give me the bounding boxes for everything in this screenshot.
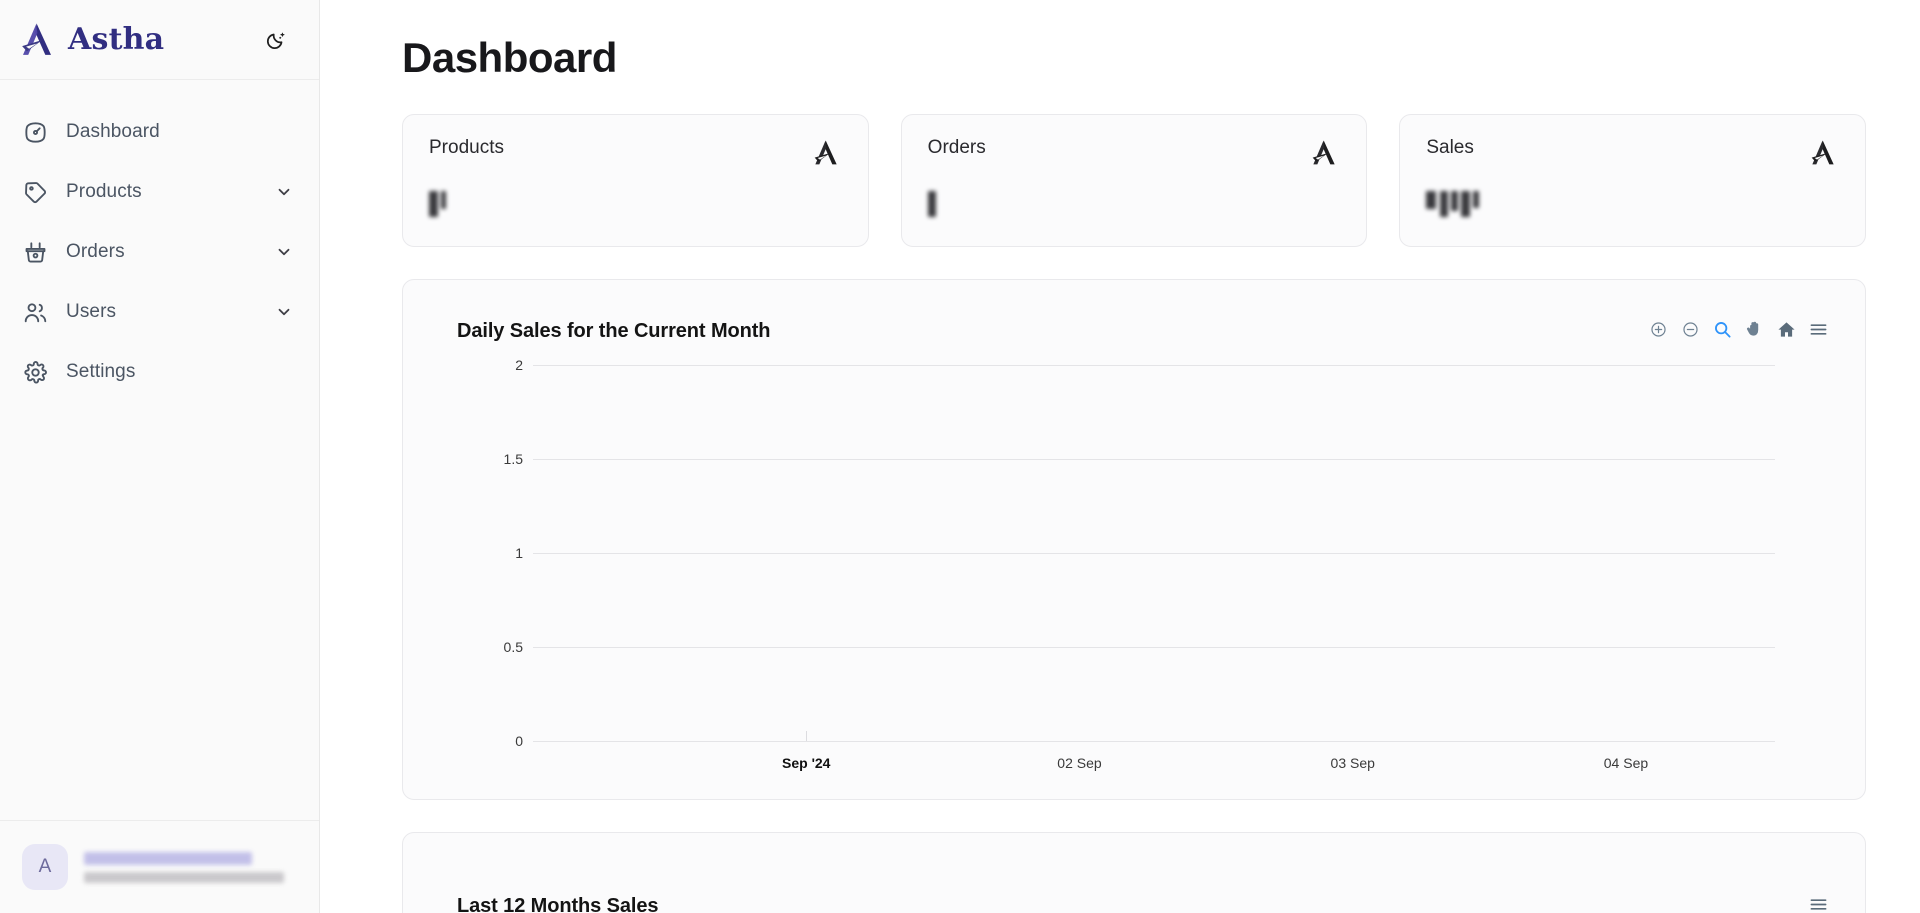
menu-icon[interactable]	[1807, 318, 1829, 340]
sidebar-item-label: Orders	[66, 241, 125, 262]
brand-header: Astha	[0, 0, 319, 80]
last-12-months-panel: Last 12 Months Sales	[402, 832, 1866, 913]
daily-sales-chart[interactable]: 2 1.5 1 0.5 0 Sep '24 02 Sep 03 Sep 04 S…	[433, 351, 1835, 781]
chevron-down-icon[interactable]	[275, 243, 293, 261]
gridline	[533, 459, 1775, 460]
gridline	[533, 553, 1775, 554]
sidebar-item-label: Products	[66, 181, 142, 202]
card-value-redacted	[1426, 191, 1839, 217]
user-profile[interactable]: A	[0, 820, 319, 913]
stat-card-sales[interactable]: Sales	[1399, 114, 1867, 247]
chevron-down-icon[interactable]	[275, 183, 293, 201]
x-tick-label: Sep '24	[782, 755, 831, 771]
user-email-redacted	[84, 871, 284, 883]
app-root: Astha Dashboard Products Orders Users Se…	[0, 0, 1920, 913]
x-tick-label: 02 Sep	[1057, 755, 1102, 771]
panel-head: Daily Sales for the Current Month	[433, 306, 1835, 343]
y-tick-label: 1.5	[503, 451, 523, 467]
x-tick-label: 03 Sep	[1330, 755, 1375, 771]
card-value	[1426, 191, 1839, 217]
sidebar-item-settings[interactable]: Settings	[0, 342, 319, 402]
chart-title: Last 12 Months Sales	[457, 895, 659, 913]
sidebar-item-dashboard[interactable]: Dashboard	[0, 102, 319, 162]
sidebar-nav: Dashboard Products Orders Users Settings	[0, 80, 319, 402]
zoom-in-icon[interactable]	[1647, 318, 1669, 340]
user-name-redacted	[84, 851, 252, 865]
astha-logo-icon	[814, 140, 837, 165]
y-tick-label: 2	[515, 357, 523, 373]
theme-toggle-button[interactable]	[259, 23, 293, 57]
main-content: Dashboard Products Orders Sales Daily Sa…	[320, 0, 1920, 913]
card-label: Sales	[1426, 137, 1474, 158]
sidebar-item-users[interactable]: Users	[0, 282, 319, 342]
users-icon	[22, 299, 48, 325]
pan-icon[interactable]	[1743, 318, 1765, 340]
tag-icon	[22, 179, 48, 205]
card-value	[927, 191, 1341, 217]
gauge-icon	[22, 119, 48, 145]
sidebar-item-products[interactable]: Products	[0, 162, 319, 222]
astha-logo-icon	[1811, 140, 1834, 165]
y-tick-label: 0.5	[503, 639, 523, 655]
card-head: Products	[429, 137, 842, 169]
gridline	[533, 365, 1775, 366]
sidebar-item-label: Users	[66, 301, 117, 322]
daily-sales-panel: Daily Sales for the Current Month 2 1.5 …	[402, 279, 1866, 800]
avatar: A	[22, 844, 68, 890]
gridline	[533, 647, 1775, 648]
astha-logo-icon	[22, 22, 51, 55]
zoom-out-icon[interactable]	[1679, 318, 1701, 340]
gear-icon	[22, 359, 48, 385]
sidebar: Astha Dashboard Products Orders Users Se…	[0, 0, 320, 913]
card-value	[429, 191, 842, 217]
card-label: Orders	[927, 137, 986, 158]
card-head: Orders	[928, 137, 1341, 169]
x-tick-label: 04 Sep	[1603, 755, 1649, 771]
selection-zoom-icon[interactable]	[1711, 318, 1733, 340]
basket-icon	[22, 239, 48, 265]
x-axis: Sep '24 02 Sep 03 Sep 04 Sep	[533, 731, 1775, 781]
chart-plot-area: 2 1.5 1 0.5 0 Sep '24 02 Sep 03 Sep 04 S…	[504, 357, 1775, 771]
brand-name: Astha	[68, 21, 165, 57]
chart-toolbar	[1807, 893, 1835, 913]
stat-card-products[interactable]: Products	[402, 114, 869, 247]
sidebar-item-label: Settings	[66, 361, 136, 382]
card-head: Sales	[1426, 137, 1839, 169]
card-value-redacted	[927, 191, 1341, 217]
home-icon[interactable]	[1775, 318, 1797, 340]
x-tick	[806, 731, 808, 741]
menu-icon[interactable]	[1807, 893, 1829, 913]
chart-toolbar	[1647, 318, 1835, 340]
sidebar-item-orders[interactable]: Orders	[0, 222, 319, 282]
y-tick-label: 1	[515, 545, 523, 561]
stat-cards: Products Orders Sales	[402, 114, 1867, 247]
chart-title: Daily Sales for the Current Month	[457, 320, 771, 342]
card-label: Products	[429, 137, 504, 158]
sidebar-item-label: Dashboard	[66, 121, 160, 142]
astha-logo-icon	[1313, 140, 1336, 165]
page-title: Dashboard	[402, 34, 617, 81]
moon-stars-icon	[267, 32, 285, 49]
panel-head: Last 12 Months Sales	[433, 859, 1835, 913]
y-tick-label: 0	[515, 733, 523, 749]
user-meta	[84, 851, 284, 883]
stat-card-orders[interactable]: Orders	[900, 114, 1368, 247]
chevron-down-icon[interactable]	[275, 303, 293, 321]
card-value-redacted	[429, 191, 842, 217]
